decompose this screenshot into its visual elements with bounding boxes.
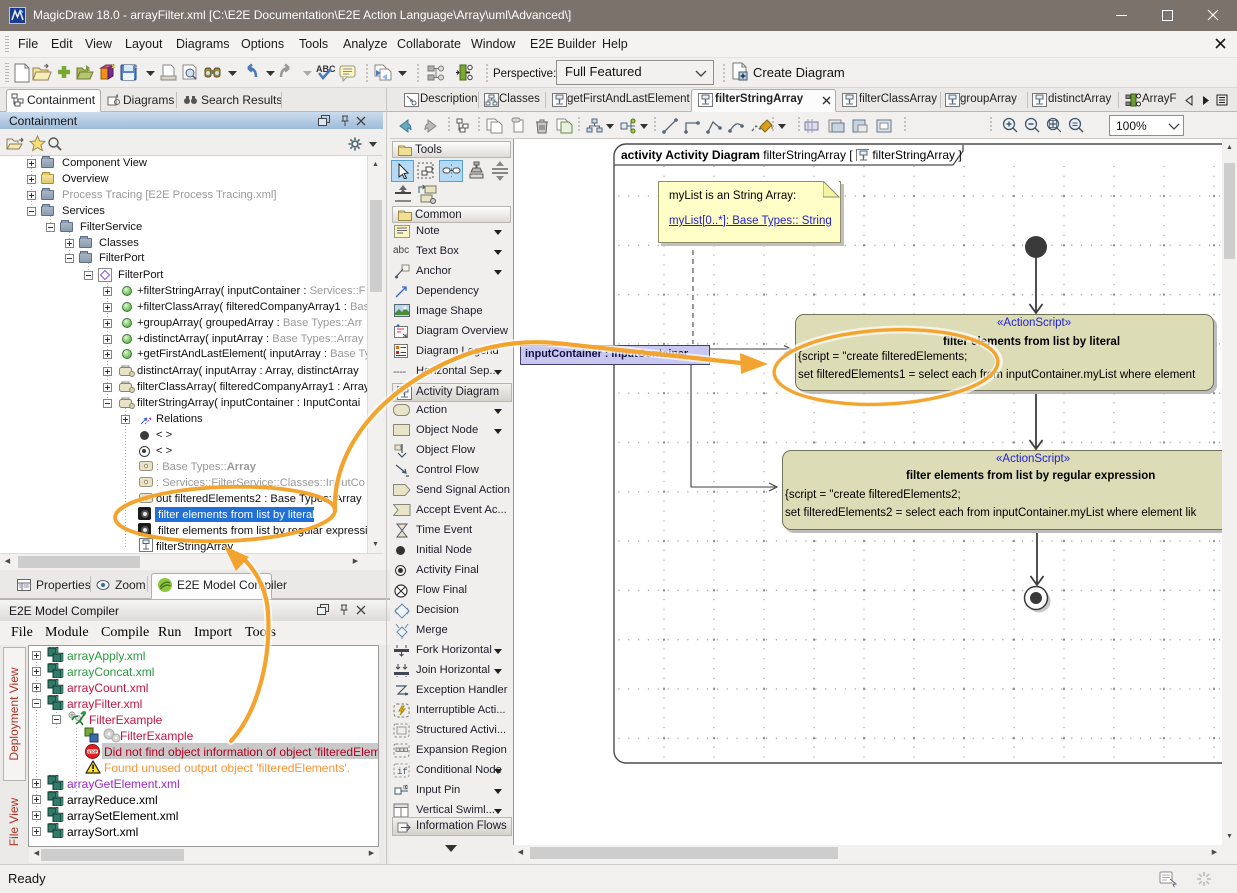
svg-text:ABC: ABC: [316, 64, 336, 74]
svg-text:⊡: ⊡: [403, 785, 408, 791]
svg-text:if: if: [397, 767, 408, 777]
svg-text:STOP: STOP: [88, 750, 98, 754]
